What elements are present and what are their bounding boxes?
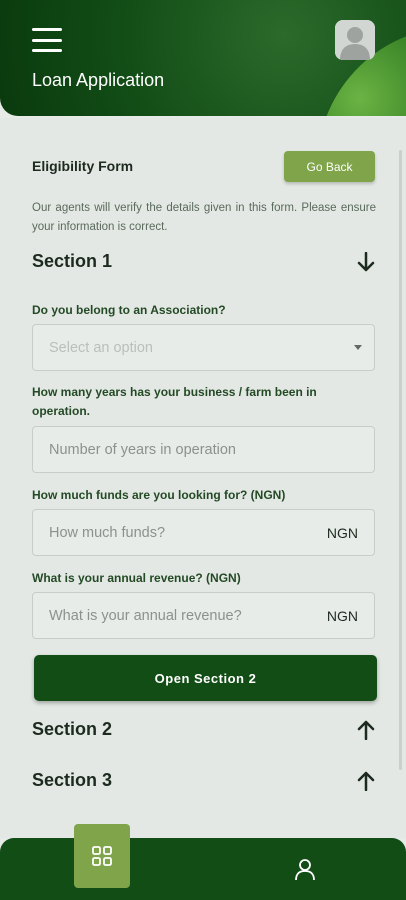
years-input[interactable]: Number of years in operation — [32, 426, 375, 473]
revenue-input[interactable]: What is your annual revenue? NGN — [32, 592, 375, 639]
funds-unit-label: NGN — [326, 524, 358, 541]
funds-input[interactable]: How much funds? NGN — [32, 509, 375, 556]
go-back-button[interactable]: Go Back — [284, 151, 375, 182]
nav-profile-person-icon[interactable] — [292, 856, 318, 882]
association-select[interactable]: Select an option — [32, 324, 375, 371]
scrollbar[interactable] — [399, 150, 402, 770]
bottom-navigation — [0, 838, 406, 900]
revenue-input-placeholder: What is your annual revenue? — [49, 607, 242, 624]
section-2-label: Section 2 — [32, 719, 113, 739]
section-1-label: Section 1 — [32, 251, 113, 271]
section-1-header[interactable]: Section 1 — [32, 251, 376, 272]
section-2-header[interactable]: Section 2 — [32, 719, 376, 740]
open-section-2-button[interactable]: Open Section 2 — [34, 655, 377, 701]
page-title: Loan Application — [32, 70, 165, 90]
arrow-down-icon[interactable] — [356, 251, 376, 272]
hamburger-menu-icon[interactable] — [32, 28, 62, 52]
section-3-header[interactable]: Section 3 — [32, 770, 376, 791]
app-header: Loan Application — [0, 0, 406, 116]
revenue-unit-label: NGN — [326, 607, 358, 624]
revenue-question-label: What is your annual revenue? (NGN) — [32, 571, 241, 585]
nav-home-grid-icon[interactable] — [74, 824, 130, 888]
section-3-label: Section 3 — [32, 770, 113, 790]
funds-input-placeholder: How much funds? — [49, 524, 166, 541]
arrow-up-icon[interactable] — [356, 771, 376, 791]
association-select-placeholder: Select an option — [49, 339, 153, 356]
chevron-down-icon — [354, 345, 362, 350]
arrow-up-icon[interactable] — [356, 720, 376, 740]
user-avatar-icon[interactable] — [335, 20, 375, 60]
form-title: Eligibility Form — [32, 158, 134, 174]
association-question-label: Do you belong to an Association? — [32, 303, 226, 317]
years-question-label: How many years has your business / farm … — [32, 385, 317, 418]
years-input-placeholder: Number of years in operation — [49, 441, 236, 458]
form-intro-text: Our agents will verify the details given… — [32, 202, 376, 233]
funds-question-label: How much funds are you looking for? (NGN… — [32, 488, 286, 502]
